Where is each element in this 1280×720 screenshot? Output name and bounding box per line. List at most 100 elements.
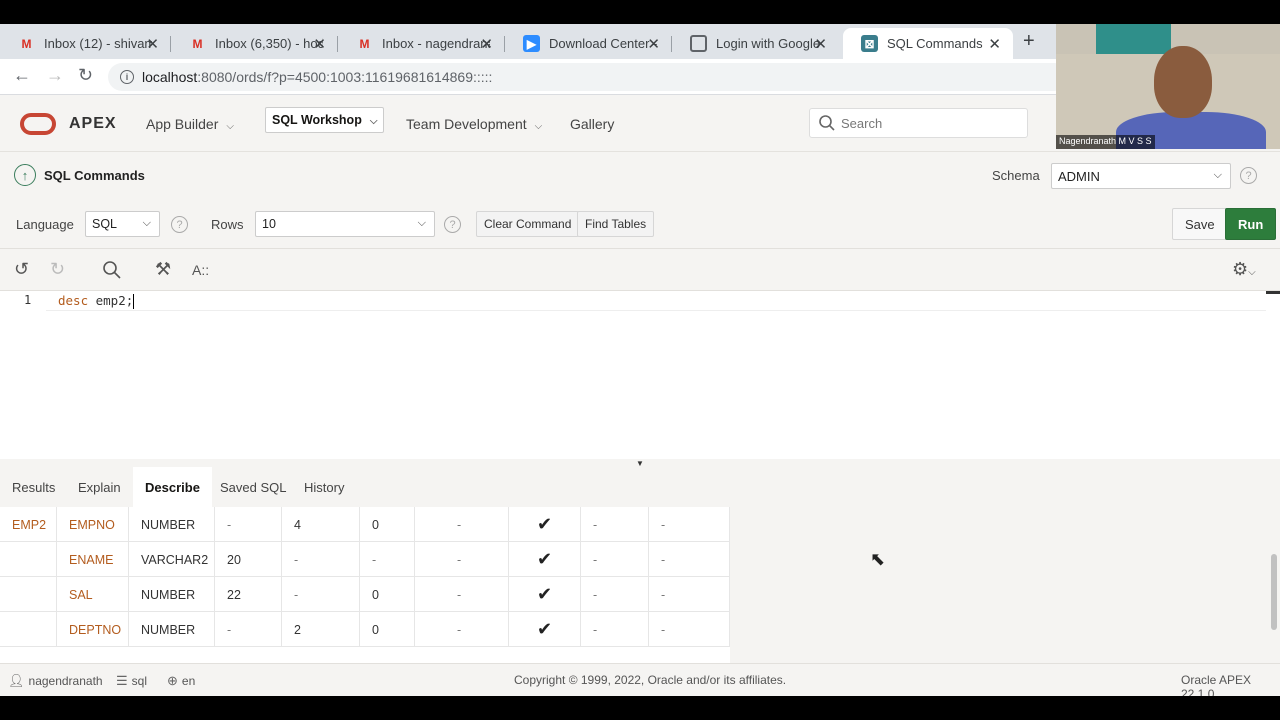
webcam-wall-frame <box>1096 24 1171 54</box>
result-tabs: Results Explain Describe Saved SQL Histo… <box>0 467 1280 507</box>
autocomplete-icon[interactable]: A:: <box>192 262 209 278</box>
data-type-cell: NUMBER <box>129 577 215 612</box>
page-title-bar: ↑ SQL Commands Schema ADMIN ⌵ ? <box>0 152 1280 199</box>
tab-title: SQL Commands <box>887 36 983 51</box>
help-icon[interactable]: ? <box>1240 167 1257 184</box>
copyright-text: Copyright © 1999, 2022, Oracle and/or it… <box>514 673 787 687</box>
command-toolbar: Language SQL ⌵ ? Rows 10 ⌵ ? Clear Comma… <box>0 199 1280 249</box>
browser-tab[interactable]: M Inbox (6,350) - hod ✕ <box>171 28 338 59</box>
results-area: EMP2 EMPNO NUMBER - 4 0 - ✔ - - ENAME VA… <box>0 507 1280 663</box>
save-button[interactable]: Save <box>1172 208 1228 240</box>
tab-explain[interactable]: Explain <box>66 467 133 507</box>
gear-icon[interactable]: ⚙⌵ <box>1232 259 1256 280</box>
footer-workspace[interactable]: ☰ sql <box>116 673 147 689</box>
tab-results[interactable]: Results <box>0 467 67 507</box>
close-tab-icon[interactable]: ✕ <box>480 35 493 53</box>
close-tab-icon[interactable]: ✕ <box>647 35 660 53</box>
browser-tab-active[interactable]: ⊠ SQL Commands ✕ <box>843 28 1013 59</box>
back-icon[interactable]: ← <box>13 65 31 86</box>
browser-tab[interactable]: Login with Google ✕ <box>672 28 839 59</box>
editor-toolbar: ↺ ↻ ⚒ A:: ⚙⌵ <box>0 249 1280 291</box>
chevron-down-icon: ⌵ <box>1213 169 1222 181</box>
webcam-overlay: Nagendranath M V S S <box>1056 24 1280 149</box>
find-icon[interactable] <box>102 260 122 280</box>
menu-label: App Builder <box>146 116 219 132</box>
menu-team-development[interactable]: Team Development ⌵ <box>406 116 542 132</box>
column-name-cell[interactable]: EMPNO <box>57 507 129 542</box>
sql-editor[interactable]: 1 desc emp2; <box>0 291 1280 459</box>
table-row: EMP2 EMPNO NUMBER - 4 0 - ✔ - - <box>0 507 730 542</box>
reload-icon[interactable]: ↻ <box>78 65 93 86</box>
checkmark-icon: ✔ <box>509 507 581 542</box>
primary-key-cell: - <box>415 612 509 647</box>
footer-language[interactable]: ⊕ en <box>167 673 195 689</box>
url-path: :8080/ords/f?p=4500:1003:11619681614869:… <box>197 69 493 85</box>
precision-cell: - <box>282 577 360 612</box>
table-name-cell <box>0 542 57 577</box>
menu-gallery[interactable]: Gallery <box>570 116 614 132</box>
new-tab-icon[interactable]: + <box>1023 30 1035 53</box>
browser-tab[interactable]: M Inbox - nagendrana ✕ <box>338 28 505 59</box>
scale-cell: - <box>360 542 415 577</box>
language-code: en <box>181 674 196 688</box>
tab-describe[interactable]: Describe <box>133 467 212 507</box>
redo-icon[interactable]: ↻ <box>50 259 65 280</box>
column-name-cell[interactable]: ENAME <box>57 542 129 577</box>
undo-icon[interactable]: ↺ <box>14 259 29 280</box>
search-icon <box>819 115 835 131</box>
line-gutter: 1 <box>0 291 46 459</box>
footer-user[interactable]: 👤︎ nagendranath <box>8 673 103 689</box>
oracle-logo-icon[interactable] <box>20 113 56 135</box>
schema-select[interactable]: ADMIN ⌵ <box>1051 163 1231 189</box>
run-button[interactable]: Run <box>1225 208 1277 240</box>
tab-title: Login with Google <box>716 36 821 51</box>
results-scrollbar[interactable] <box>1271 554 1277 630</box>
schema-value: ADMIN <box>1058 169 1100 184</box>
length-cell: 22 <box>215 577 282 612</box>
find-tables-button[interactable]: Find Tables <box>577 211 655 237</box>
line-number: 1 <box>24 293 32 307</box>
close-tab-icon[interactable]: ✕ <box>313 35 326 53</box>
default-cell: - <box>581 577 649 612</box>
comment-cell: - <box>649 577 730 612</box>
brand-name[interactable]: APEX <box>69 115 117 133</box>
table-name-cell[interactable]: EMP2 <box>0 507 57 542</box>
site-info-icon[interactable]: i <box>120 70 134 84</box>
gmail-icon: M <box>192 36 203 51</box>
column-name-cell[interactable]: SAL <box>57 577 129 612</box>
precision-cell: 2 <box>282 612 360 647</box>
tab-saved-sql[interactable]: Saved SQL <box>208 467 299 507</box>
user-name: nagendranath <box>28 674 103 688</box>
column-name-cell[interactable]: DEPTNO <box>57 612 129 647</box>
tab-history[interactable]: History <box>292 467 356 507</box>
menu-app-builder[interactable]: App Builder ⌵ <box>146 116 234 132</box>
language-value: SQL <box>92 217 118 231</box>
forward-icon[interactable]: → <box>46 65 64 86</box>
rows-select[interactable]: 10 ⌵ <box>255 211 435 237</box>
scale-cell: 0 <box>360 507 415 542</box>
close-tab-icon[interactable]: ✕ <box>146 35 159 53</box>
search-input[interactable]: Search <box>809 108 1028 138</box>
gmail-icon: M <box>359 36 370 51</box>
url-field[interactable]: i localhost:8080/ords/f?p=4500:1003:1161… <box>108 63 1068 91</box>
search-placeholder: Search <box>841 115 883 131</box>
language-select[interactable]: SQL ⌵ <box>85 211 160 237</box>
help-icon[interactable]: ? <box>171 216 188 233</box>
browser-tab[interactable]: ▶ Download Center - ✕ <box>505 28 672 59</box>
database-icon: ☰ <box>116 673 128 688</box>
close-tab-icon[interactable]: ✕ <box>988 35 1001 53</box>
scale-cell: 0 <box>360 577 415 612</box>
help-icon[interactable]: ? <box>444 216 461 233</box>
clear-command-button[interactable]: Clear Command <box>476 211 580 237</box>
user-icon: 👤︎ <box>8 673 25 688</box>
hammer-icon[interactable]: ⚒ <box>155 259 171 280</box>
browser-tab[interactable]: M Inbox (12) - shivam ✕ <box>0 28 171 59</box>
pane-splitter[interactable]: ▼ <box>0 459 1280 468</box>
presenter-name: Nagendranath M V S S <box>1056 135 1155 149</box>
current-line <box>46 291 1266 311</box>
apex-icon: ⊠ <box>861 35 878 52</box>
close-tab-icon[interactable]: ✕ <box>814 35 827 53</box>
menu-sql-workshop[interactable]: SQL Workshop ⌵ <box>265 107 385 133</box>
code-line[interactable]: desc emp2; <box>58 293 135 309</box>
arrow-up-icon[interactable]: ↑ <box>14 164 36 186</box>
